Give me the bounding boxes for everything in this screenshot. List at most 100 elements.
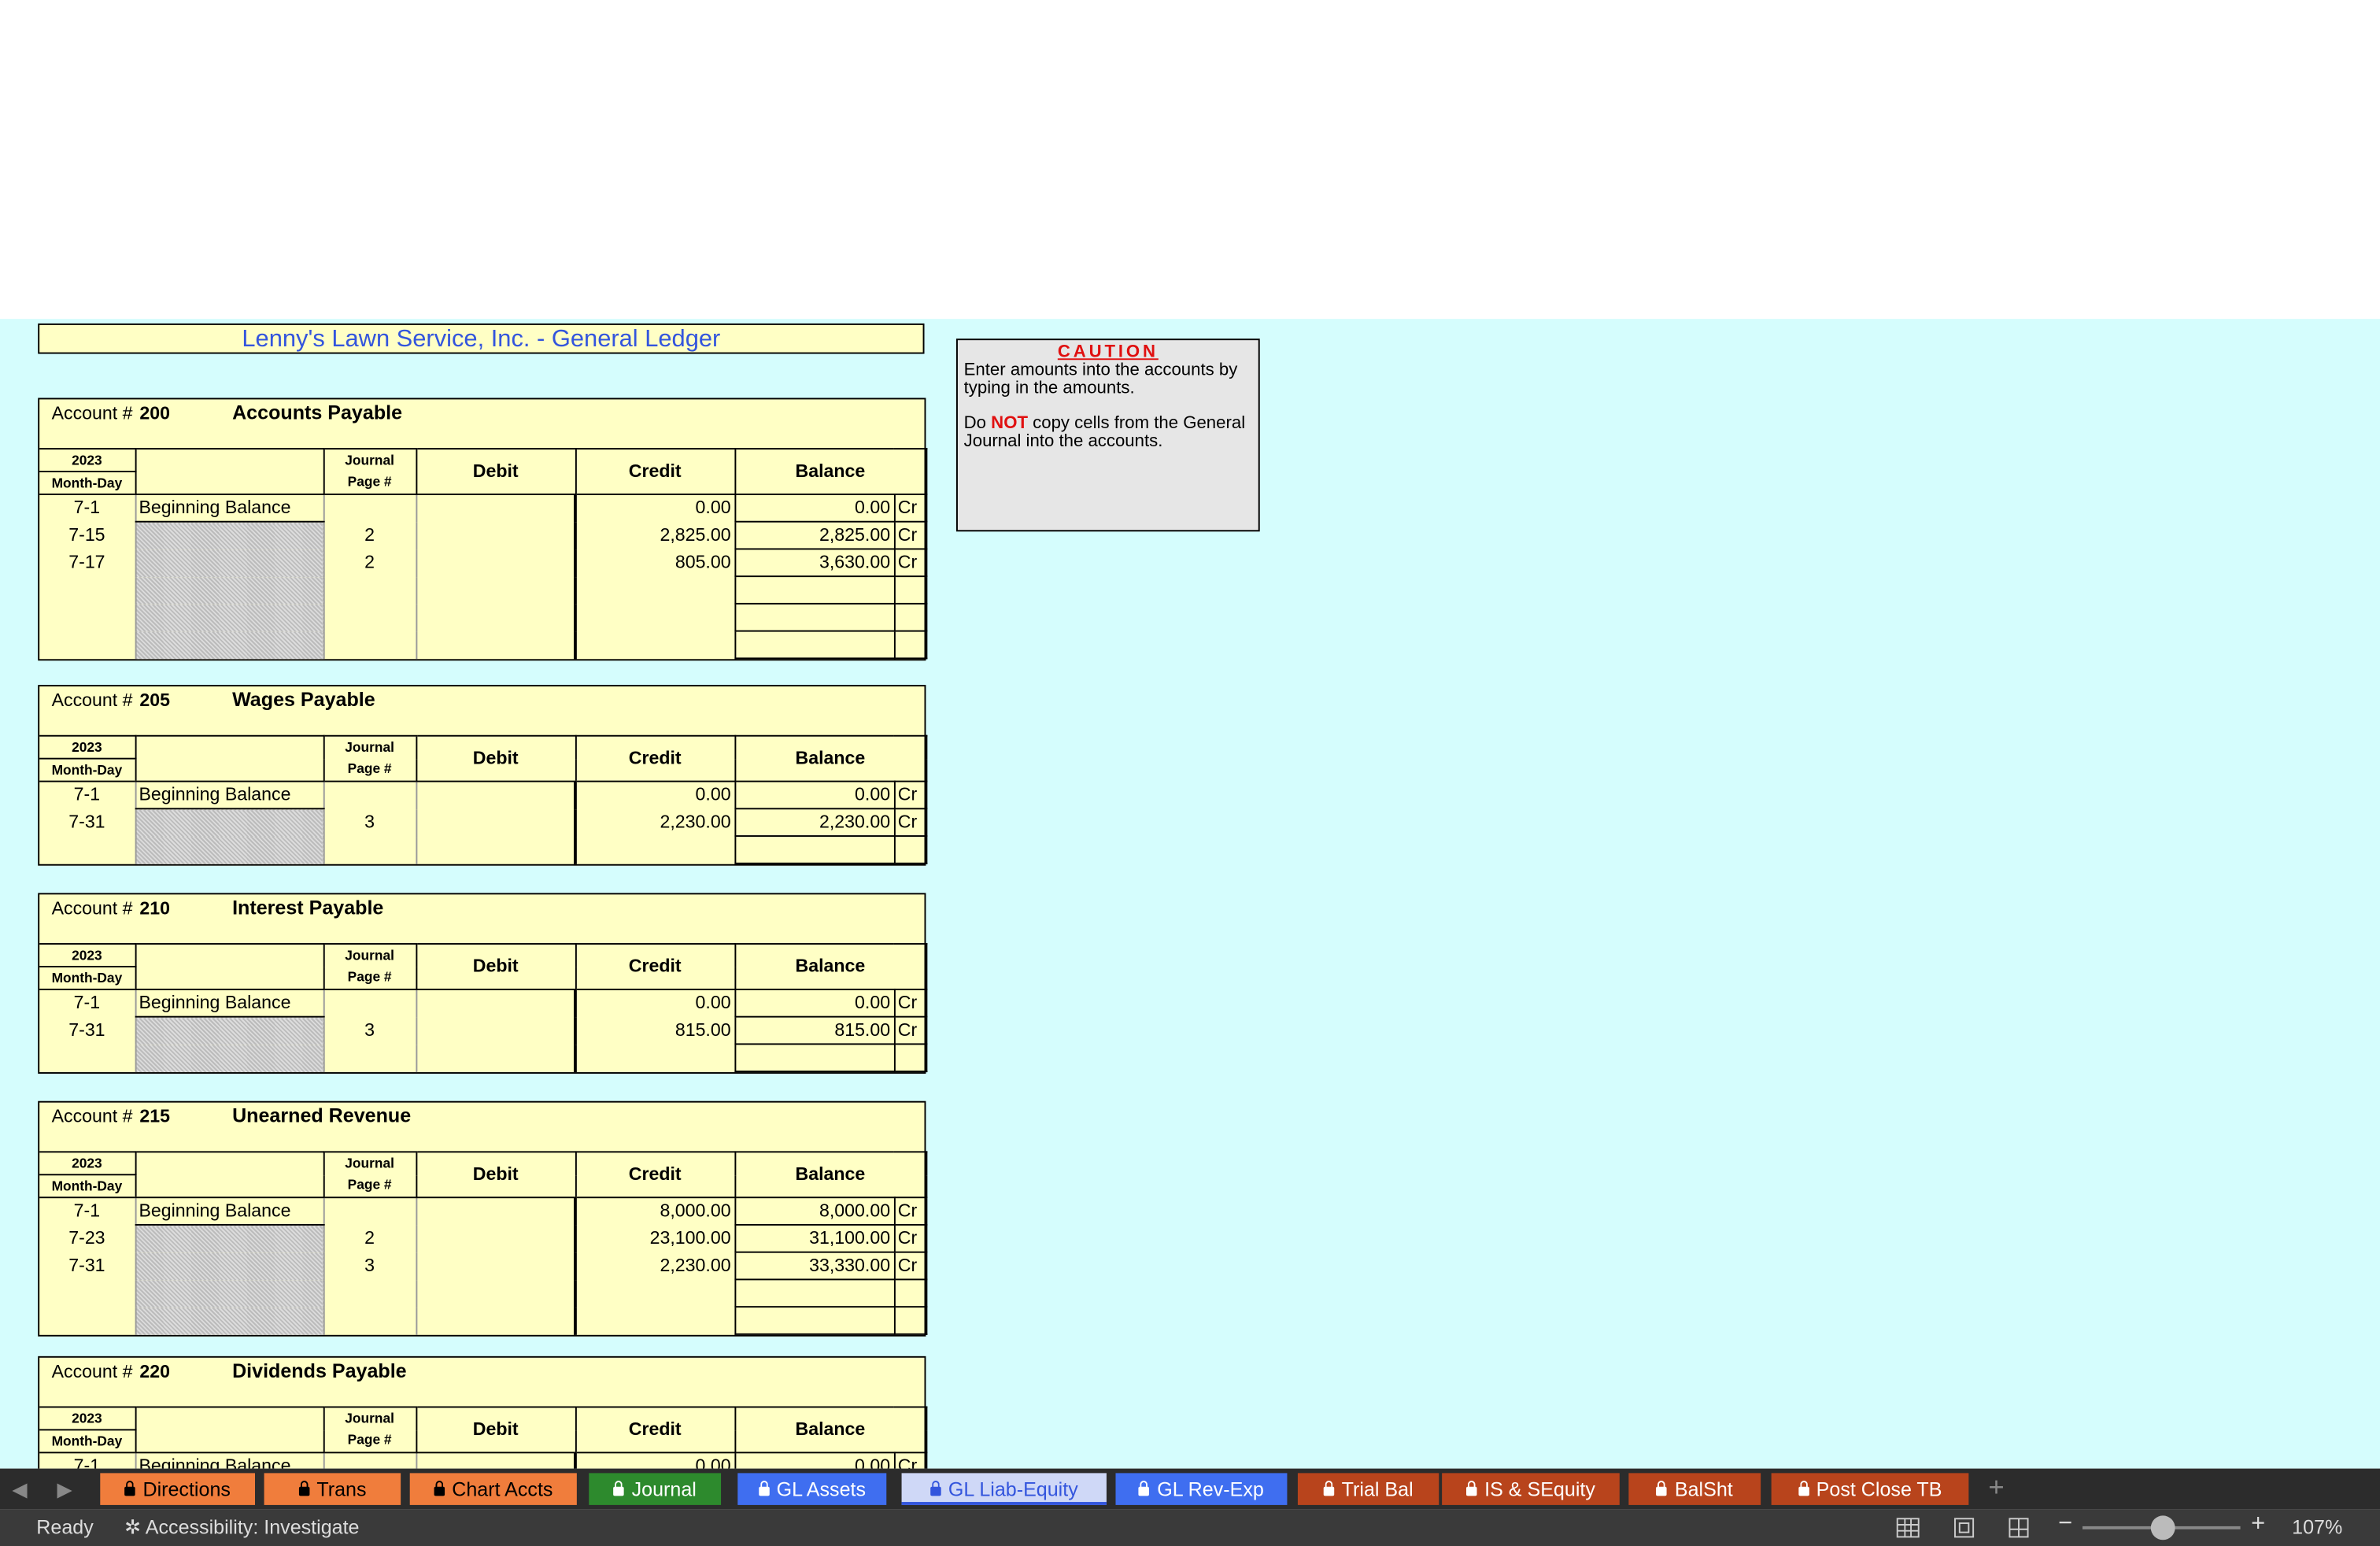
cell-balance[interactable] xyxy=(734,631,893,659)
account-number[interactable]: 220 xyxy=(139,1361,170,1382)
cell-page[interactable] xyxy=(323,782,416,809)
caution-note[interactable]: CAUTION Enter amounts into the accounts … xyxy=(956,338,1260,531)
cell-balance[interactable] xyxy=(734,576,893,604)
cell-debit[interactable] xyxy=(416,1044,575,1071)
cell-date[interactable] xyxy=(39,1279,135,1307)
cell-debit[interactable] xyxy=(416,989,575,1017)
cell-balance[interactable]: 33,330.00 xyxy=(734,1252,893,1280)
cell-side[interactable]: Cr xyxy=(894,549,926,576)
cell-balance[interactable]: 2,825.00 xyxy=(734,522,893,549)
cell-page[interactable]: 2 xyxy=(323,549,416,576)
cell-credit[interactable] xyxy=(575,836,734,864)
cell-page[interactable]: 3 xyxy=(323,1252,416,1280)
cell-description[interactable]: Beginning Balance xyxy=(135,494,323,522)
account-name[interactable]: Interest Payable xyxy=(232,896,383,919)
cell-credit[interactable] xyxy=(575,631,734,659)
cell-debit[interactable] xyxy=(416,522,575,549)
cell-date[interactable] xyxy=(39,1307,135,1334)
cell-credit[interactable] xyxy=(575,1279,734,1307)
cell-date[interactable] xyxy=(39,576,135,604)
cell-page[interactable] xyxy=(323,1197,416,1225)
cell-side[interactable]: Cr xyxy=(894,1197,926,1225)
cell-debit[interactable] xyxy=(416,1307,575,1334)
cell-debit[interactable] xyxy=(416,1252,575,1280)
cell-side[interactable] xyxy=(894,604,926,631)
sheet-tab-trial-bal[interactable]: Trial Bal xyxy=(1298,1473,1439,1505)
cell-debit[interactable] xyxy=(416,494,575,522)
cell-page[interactable] xyxy=(323,1279,416,1307)
cell-date[interactable]: 7-31 xyxy=(39,1017,135,1045)
worksheet[interactable]: Lenny's Lawn Service, Inc. - General Led… xyxy=(0,319,2380,1468)
cell-balance[interactable]: 815.00 xyxy=(734,1017,893,1045)
cell-page[interactable]: 3 xyxy=(323,808,416,836)
cell-credit[interactable] xyxy=(575,1044,734,1071)
cell-date[interactable]: 7-31 xyxy=(39,1252,135,1280)
sheet-tab-is-sequity[interactable]: IS & SEquity xyxy=(1442,1473,1620,1505)
cell-balance[interactable]: 8,000.00 xyxy=(734,1197,893,1225)
cell-side[interactable] xyxy=(894,1307,926,1334)
sheet-tab-gl-assets[interactable]: GL Assets xyxy=(737,1473,886,1505)
sheet-tab-chart-accts[interactable]: Chart Accts xyxy=(410,1473,577,1505)
cell-side[interactable]: Cr xyxy=(894,1252,926,1280)
sheet-tab-journal[interactable]: Journal xyxy=(589,1473,721,1505)
cell-description[interactable] xyxy=(135,836,323,864)
cell-side[interactable]: Cr xyxy=(894,782,926,809)
account-name[interactable]: Dividends Payable xyxy=(232,1359,407,1382)
cell-page[interactable] xyxy=(323,1452,416,1468)
cell-description[interactable] xyxy=(135,1279,323,1307)
cell-credit[interactable] xyxy=(575,604,734,631)
cell-date[interactable] xyxy=(39,1044,135,1071)
cell-credit[interactable]: 0.00 xyxy=(575,782,734,809)
cell-description[interactable] xyxy=(135,576,323,604)
normal-view-icon[interactable] xyxy=(1893,1513,1924,1544)
cell-description[interactable]: Beginning Balance xyxy=(135,1452,323,1468)
cell-description[interactable] xyxy=(135,1252,323,1280)
accessibility-status[interactable]: ✲ Accessibility: Investigate xyxy=(124,1515,359,1540)
cell-side[interactable]: Cr xyxy=(894,1452,926,1468)
zoom-out-button[interactable]: − xyxy=(2058,1511,2072,1539)
cell-date[interactable]: 7-1 xyxy=(39,1197,135,1225)
cell-page[interactable] xyxy=(323,989,416,1017)
cell-balance[interactable]: 31,100.00 xyxy=(734,1225,893,1252)
account-number[interactable]: 205 xyxy=(139,690,170,711)
page-layout-icon[interactable] xyxy=(1949,1513,1979,1544)
cell-date[interactable] xyxy=(39,836,135,864)
add-sheet-button[interactable]: + xyxy=(1988,1471,2004,1503)
cell-date[interactable] xyxy=(39,631,135,659)
cell-description[interactable]: Beginning Balance xyxy=(135,1197,323,1225)
cell-credit[interactable]: 805.00 xyxy=(575,549,734,576)
cell-date[interactable]: 7-1 xyxy=(39,782,135,809)
cell-credit[interactable]: 815.00 xyxy=(575,1017,734,1045)
cell-description[interactable] xyxy=(135,522,323,549)
page-break-icon[interactable] xyxy=(2004,1513,2034,1544)
cell-side[interactable] xyxy=(894,1044,926,1071)
ledger-title[interactable]: Lenny's Lawn Service, Inc. - General Led… xyxy=(38,324,924,354)
account-name[interactable]: Unearned Revenue xyxy=(232,1104,411,1127)
cell-date[interactable]: 7-15 xyxy=(39,522,135,549)
cell-credit[interactable]: 2,825.00 xyxy=(575,522,734,549)
cell-side[interactable]: Cr xyxy=(894,808,926,836)
zoom-slider-handle[interactable] xyxy=(2151,1515,2175,1540)
account-number[interactable]: 200 xyxy=(139,402,170,423)
cell-balance[interactable]: 0.00 xyxy=(734,989,893,1017)
cell-credit[interactable] xyxy=(575,576,734,604)
cell-balance[interactable]: 3,630.00 xyxy=(734,549,893,576)
cell-page[interactable]: 3 xyxy=(323,1017,416,1045)
cell-page[interactable] xyxy=(323,604,416,631)
cell-credit[interactable]: 2,230.00 xyxy=(575,808,734,836)
cell-debit[interactable] xyxy=(416,1225,575,1252)
cell-description[interactable] xyxy=(135,1017,323,1045)
cell-side[interactable]: Cr xyxy=(894,1017,926,1045)
sheet-nav-arrows[interactable]: ◀ ▶ xyxy=(12,1478,84,1502)
cell-debit[interactable] xyxy=(416,1279,575,1307)
account-number[interactable]: 210 xyxy=(139,897,170,919)
account-number[interactable]: 215 xyxy=(139,1106,170,1127)
cell-credit[interactable] xyxy=(575,1307,734,1334)
cell-description[interactable] xyxy=(135,808,323,836)
cell-credit[interactable]: 23,100.00 xyxy=(575,1225,734,1252)
cell-date[interactable]: 7-1 xyxy=(39,989,135,1017)
cell-debit[interactable] xyxy=(416,1197,575,1225)
cell-description[interactable]: Beginning Balance xyxy=(135,989,323,1017)
cell-date[interactable]: 7-1 xyxy=(39,494,135,522)
cell-debit[interactable] xyxy=(416,808,575,836)
